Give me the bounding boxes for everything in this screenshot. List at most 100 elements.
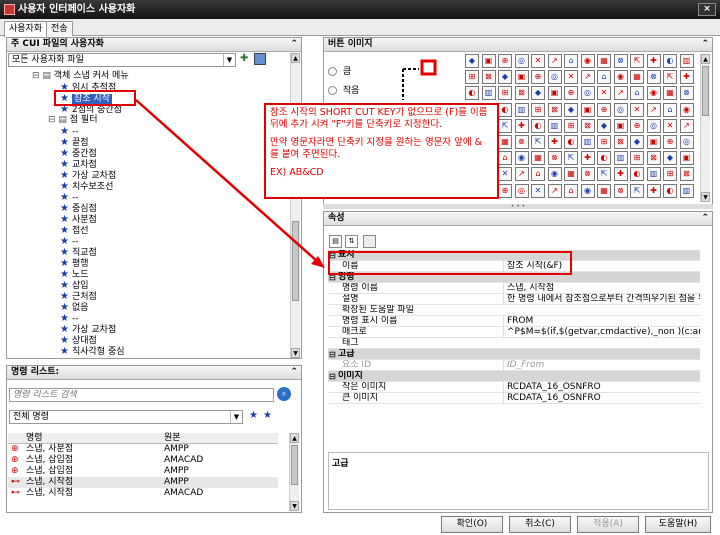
toolbar-image-icon[interactable]: ⊞ (597, 135, 611, 149)
command-filter-combo[interactable]: 전체 명령 ▼ (9, 410, 243, 424)
toolbar-image-icon[interactable]: ⊕ (630, 118, 644, 133)
toolbar-image-icon[interactable]: ▣ (547, 86, 562, 101)
scroll-thumb[interactable] (291, 445, 298, 485)
toolbar-image-icon[interactable]: ▦ (597, 54, 611, 68)
tree-scrollbar[interactable]: ▲ ▼ (290, 53, 300, 358)
toolbar-image-icon[interactable]: ◎ (547, 70, 562, 85)
property-row[interactable]: 큰 이미지 RCDATA_16_OSNFRO (328, 393, 700, 404)
toolbar-image-icon[interactable]: ✚ (646, 183, 661, 198)
toolbar-image-icon[interactable]: ↗ (679, 118, 694, 133)
scroll-thumb[interactable] (702, 66, 709, 116)
toolbar-image-icon[interactable]: ◎ (580, 86, 595, 101)
toolbar-image-icon[interactable]: ✚ (679, 70, 694, 85)
toolbar-image-icon[interactable]: ⌂ (663, 102, 677, 117)
ok-button[interactable]: 확인(O) (441, 516, 503, 533)
toolbar-image-icon[interactable]: ✕ (564, 70, 578, 85)
toolbar-image-icon[interactable]: ▥ (481, 86, 496, 101)
tree-item[interactable]: ★ 중심점 (60, 203, 97, 214)
toolbar-image-icon[interactable]: ⊞ (630, 151, 644, 166)
toolbar-image-icon[interactable]: ◎ (514, 183, 529, 198)
new-command-star-icon[interactable]: ★ (263, 410, 272, 421)
column-command[interactable]: 명령 (26, 433, 166, 444)
search-icon[interactable]: ⌕ (277, 387, 291, 401)
toolbar-image-icon[interactable]: ⇱ (663, 70, 677, 85)
toolbar-image-icon[interactable]: ◆ (531, 86, 545, 101)
scroll-up-icon[interactable]: ▲ (291, 53, 300, 63)
image-scrollbar[interactable]: ▲ ▼ (700, 54, 710, 202)
category-advanced[interactable]: ⊟ 고급 (328, 349, 700, 360)
tab-transfer[interactable]: 전송 (46, 21, 73, 36)
chevron-down-icon[interactable]: ▼ (230, 411, 242, 423)
toolbar-image-icon[interactable]: ⌂ (597, 70, 611, 85)
toolbar-image-icon[interactable]: ⊗ (679, 86, 694, 101)
toolbar-image-icon[interactable]: ⊞ (663, 167, 677, 182)
toolbar-image-icon[interactable]: ▦ (531, 151, 545, 166)
scroll-down-icon[interactable]: ▼ (701, 192, 710, 202)
toolbar-image-icon[interactable]: ◉ (580, 54, 595, 68)
toolbar-image-icon[interactable]: ▣ (580, 102, 595, 117)
toolbar-image-icon[interactable]: ⊕ (564, 86, 578, 101)
column-source[interactable]: 원본 (164, 433, 181, 444)
tree-item[interactable]: ★ 가상 교차점 (60, 324, 116, 335)
property-row[interactable]: 명령 이름 스냅, 시작점 (328, 283, 700, 294)
collapse-icon[interactable]: ⌃ (290, 38, 298, 51)
toolbar-image-icon[interactable]: ⊞ (531, 102, 545, 117)
toolbar-image-icon[interactable]: ⊗ (547, 151, 562, 166)
collapse-icon[interactable]: ⌃ (701, 38, 709, 51)
toolbar-image-icon[interactable]: ▣ (481, 54, 496, 68)
toolbar-image-icon[interactable]: ⌂ (498, 151, 512, 166)
toolbar-image-icon[interactable]: ⊕ (531, 70, 545, 85)
toolbar-image-icon[interactable]: ◉ (514, 151, 529, 166)
table-row[interactable]: ⊷ 스냅, 시작점 AMPP (8, 477, 278, 488)
command-search-input[interactable] (9, 388, 274, 402)
toolbar-image-icon[interactable]: ◐ (564, 135, 578, 149)
categorized-icon[interactable]: ▤ (329, 235, 342, 248)
toolbar-image-icon[interactable]: ◆ (663, 151, 677, 166)
toolbar-image-icon[interactable]: ⇱ (564, 151, 578, 166)
toolbar-image-icon[interactable]: ▥ (646, 167, 661, 182)
toolbar-image-icon[interactable]: ◉ (547, 167, 562, 182)
toolbar-image-icon[interactable]: ↗ (547, 183, 562, 198)
toolbar-image-icon[interactable]: ✕ (531, 54, 545, 68)
toolbar-image-icon[interactable]: ⊞ (498, 86, 512, 101)
collapse-icon[interactable]: ⌃ (290, 366, 298, 379)
toolbar-image-icon[interactable]: ⌂ (564, 54, 578, 68)
toolbar-image-icon[interactable]: ⊗ (514, 135, 529, 149)
toolbar-image-icon[interactable]: ◉ (613, 70, 628, 85)
toolbar-image-icon[interactable]: ⊗ (613, 54, 628, 68)
toolbar-image-icon[interactable]: ◐ (498, 102, 512, 117)
toolbar-image-icon[interactable]: ◐ (630, 167, 644, 182)
toolbar-image-icon[interactable]: ◎ (613, 102, 628, 117)
toolbar-image-icon[interactable]: ⊠ (679, 167, 694, 182)
toolbar-image-icon[interactable]: ⊠ (547, 102, 562, 117)
toolbar-image-icon[interactable]: ✚ (646, 54, 661, 68)
property-row[interactable]: 매크로 ^P$M=$(if,$(getvar,cmdactive),_non )(… (328, 327, 700, 338)
tree-item[interactable]: ★ 가상 교차점 (60, 170, 116, 181)
table-row[interactable]: ⊕ 스냅, 사분점 AMPP (8, 444, 278, 455)
toolbar-image-icon[interactable]: ▣ (613, 118, 628, 133)
toolbar-image-icon[interactable]: ⊠ (646, 151, 661, 166)
open-file-icon[interactable]: ✚ (240, 53, 252, 65)
toolbar-image-icon[interactable]: ◆ (630, 135, 644, 149)
toolbar-image-icon[interactable]: ▦ (564, 167, 578, 182)
apply-button[interactable]: 적용(A) (577, 516, 639, 533)
toolbar-image-icon[interactable]: ⊠ (613, 135, 628, 149)
property-row[interactable]: 작은 이미지 RCDATA_16_OSNFRO (328, 382, 700, 393)
toolbar-image-icon[interactable]: ⊕ (498, 54, 512, 68)
tree-item[interactable]: ★ 평행 (60, 258, 89, 269)
toolbar-image-icon[interactable]: ▣ (514, 70, 529, 85)
splitter-handle[interactable]: • • • (323, 204, 713, 210)
tree-item[interactable]: ★ 없음 (60, 302, 89, 313)
toolbar-image-icon[interactable]: ✚ (514, 118, 529, 133)
tree-item[interactable]: ★ 삽입 (60, 280, 89, 291)
toolbar-image-icon[interactable]: ◎ (514, 54, 529, 68)
toolbar-image-icon[interactable]: ✕ (531, 183, 545, 198)
toolbar-image-icon[interactable]: ⊗ (580, 167, 595, 182)
tree-node-point-filter[interactable]: ⊟ ▤ 점 필터 (48, 115, 97, 126)
toolbar-image-icon[interactable]: ↗ (514, 167, 529, 182)
toolbar-image-icon[interactable]: ⊠ (514, 86, 529, 101)
toolbar-image-icon[interactable]: ▦ (498, 135, 512, 149)
property-pages-icon[interactable] (363, 235, 376, 248)
command-scrollbar[interactable]: ▲ ▼ (289, 433, 299, 511)
tree-item[interactable]: ★ -- (60, 192, 78, 203)
